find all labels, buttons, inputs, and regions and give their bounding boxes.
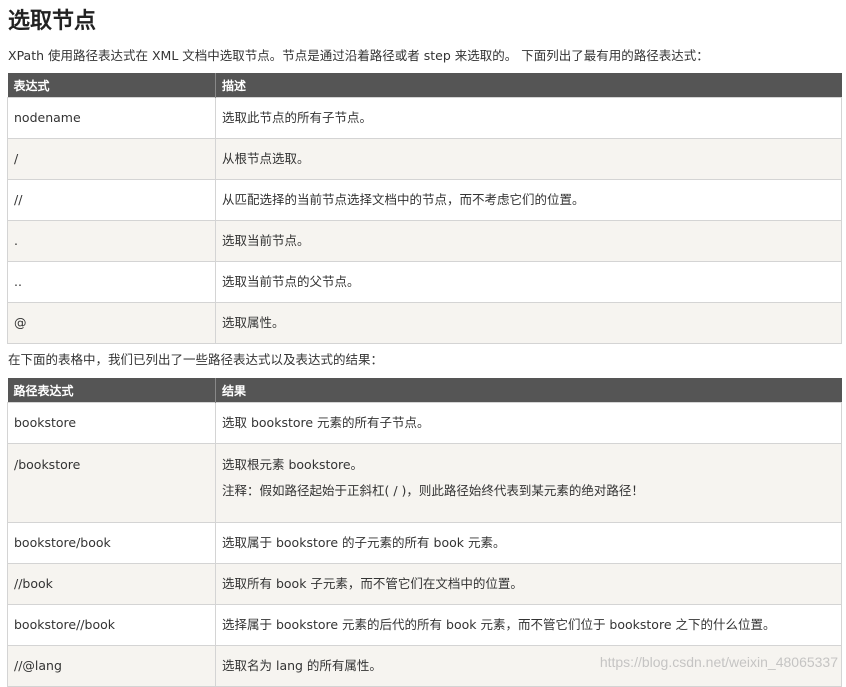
- table-row: //book 选取所有 book 子元素，而不管它们在文档中的位置。: [7, 563, 842, 605]
- table-row: /bookstore 选取根元素 bookstore。 注释：假如路径起始于正斜…: [7, 443, 842, 523]
- expression-cell: nodename: [7, 97, 216, 139]
- column-header-result: 结果: [215, 378, 842, 403]
- description-cell: 从匹配选择的当前节点选择文档中的节点，而不考虑它们的位置。: [215, 179, 842, 221]
- result-cell: 选择属于 bookstore 元素的后代的所有 book 元素，而不管它们位于 …: [215, 604, 842, 646]
- table-header-row: 路径表达式 结果: [7, 378, 842, 403]
- table-row: bookstore//book 选择属于 bookstore 元素的后代的所有 …: [7, 604, 842, 646]
- expression-cell: /: [7, 138, 216, 180]
- path-expression-cell: //book: [7, 563, 216, 605]
- table-row: / 从根节点选取。: [7, 138, 842, 180]
- page-title: 选取节点: [8, 9, 97, 34]
- table-row: .. 选取当前节点的父节点。: [7, 261, 842, 303]
- table-row: bookstore 选取 bookstore 元素的所有子节点。: [7, 402, 842, 444]
- result-cell: 选取根元素 bookstore。 注释：假如路径起始于正斜杠( / )，则此路径…: [215, 443, 842, 523]
- path-expression-cell: bookstore/book: [7, 522, 216, 564]
- description-cell: 从根节点选取。: [215, 138, 842, 180]
- table-header-row: 表达式 描述: [7, 73, 842, 98]
- result-text: 选取根元素 bookstore。: [222, 457, 364, 472]
- result-cell: 选取所有 book 子元素，而不管它们在文档中的位置。: [215, 563, 842, 605]
- note-text: 注释：假如路径起始于正斜杠( / )，则此路径始终代表到某元素的绝对路径！: [222, 483, 644, 498]
- table-row: // 从匹配选择的当前节点选择文档中的节点，而不考虑它们的位置。: [7, 179, 842, 221]
- description-cell: 选取当前节点的父节点。: [215, 261, 842, 303]
- path-expression-cell: //@lang: [7, 645, 216, 687]
- column-header-expression: 表达式: [7, 73, 216, 98]
- result-cell: 选取属于 bookstore 的子元素的所有 book 元素。: [215, 522, 842, 564]
- expression-cell: @: [7, 302, 216, 344]
- expression-cell: //: [7, 179, 216, 221]
- path-expression-cell: /bookstore: [7, 443, 216, 523]
- result-cell: 选取 bookstore 元素的所有子节点。: [215, 402, 842, 444]
- expression-cell: .: [7, 220, 216, 262]
- description-cell: 选取当前节点。: [215, 220, 842, 262]
- intro-text-2: 在下面的表格中，我们已列出了一些路径表达式以及表达式的结果：: [8, 352, 384, 367]
- column-header-description: 描述: [215, 73, 842, 98]
- path-expressions-table: 路径表达式 结果 bookstore 选取 bookstore 元素的所有子节点…: [7, 378, 842, 687]
- table-row: nodename 选取此节点的所有子节点。: [7, 97, 842, 139]
- table-row: . 选取当前节点。: [7, 220, 842, 262]
- intro-text: XPath 使用路径表达式在 XML 文档中选取节点。节点是通过沿着路径或者 s…: [8, 48, 709, 63]
- watermark: https://blog.csdn.net/weixin_48065337: [599, 654, 838, 670]
- expressions-table: 表达式 描述 nodename 选取此节点的所有子节点。 / 从根节点选取。 /…: [7, 73, 842, 344]
- column-header-path-expression: 路径表达式: [7, 378, 216, 403]
- path-expression-cell: bookstore//book: [7, 604, 216, 646]
- table-row: @ 选取属性。: [7, 302, 842, 344]
- expression-cell: ..: [7, 261, 216, 303]
- table-row: bookstore/book 选取属于 bookstore 的子元素的所有 bo…: [7, 522, 842, 564]
- description-cell: 选取属性。: [215, 302, 842, 344]
- description-cell: 选取此节点的所有子节点。: [215, 97, 842, 139]
- path-expression-cell: bookstore: [7, 402, 216, 444]
